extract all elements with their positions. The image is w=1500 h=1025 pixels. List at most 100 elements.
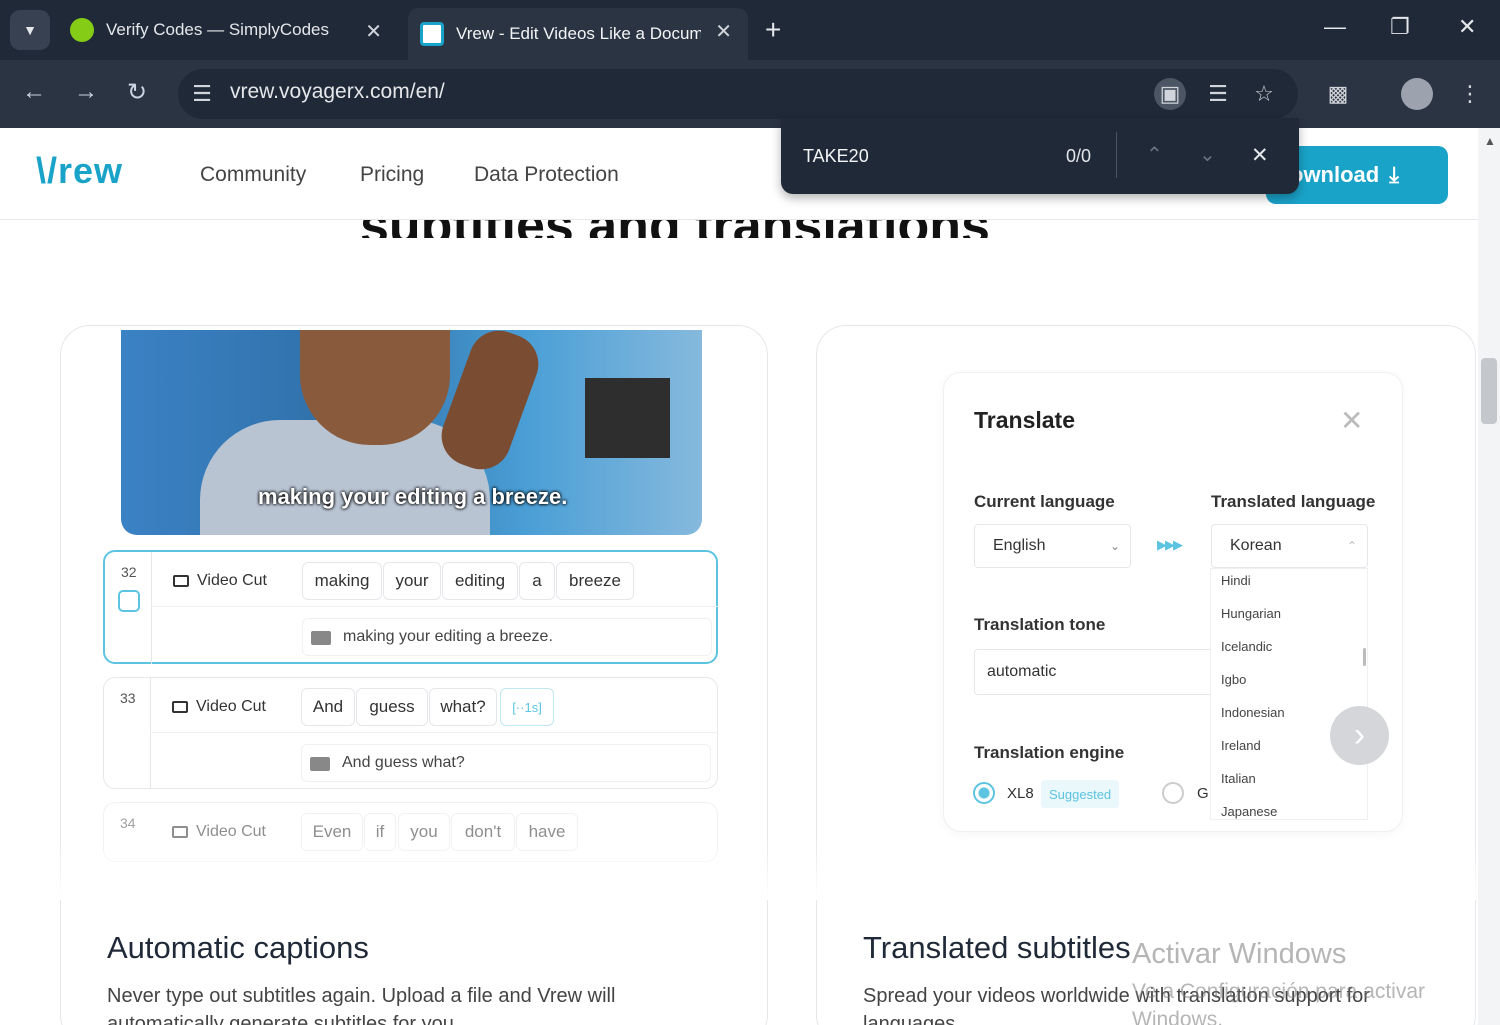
tab-title: Vrew - Edit Videos Like a Docum [456,24,701,43]
find-prev-icon[interactable]: ⌃ [1146,142,1163,167]
fade-overlay [60,840,1480,900]
word-chip[interactable]: what? [429,688,497,726]
caption-row[interactable]: 33 Video Cut And guess what? [··1s] And … [103,677,718,789]
close-icon[interactable]: ✕ [1340,404,1363,437]
engine-radio-google[interactable] [1162,782,1184,804]
word-chip[interactable]: editing [442,562,518,600]
divider [150,678,151,788]
nav-pricing[interactable]: Pricing [360,163,424,187]
word-chip[interactable]: making [302,562,382,600]
language-option[interactable]: Igbo [1221,672,1246,687]
word-chip[interactable]: And [301,688,355,726]
word-chip[interactable]: a [519,562,555,600]
word-chip[interactable]: guess [356,688,428,726]
tab-vrew[interactable]: Vrew - Edit Videos Like a Docum ✕ [408,8,748,60]
dropdown-scrollbar[interactable] [1363,648,1366,666]
subtitle-field[interactable]: making your editing a breeze. [302,618,712,656]
chevron-down-icon: ▼ [23,22,37,38]
find-input[interactable]: TAKE20 [803,146,869,167]
translate-icon[interactable]: ☰ [1202,78,1234,110]
url-text[interactable]: vrew.voyagerx.com/en/ [230,80,445,104]
video-caption: making your editing a breeze. [258,484,568,509]
menu-icon[interactable]: ⋮ [1454,78,1486,110]
star-icon[interactable]: ☆ [1248,78,1280,110]
video-cut-icon [173,575,189,587]
simplycodes-icon [70,18,94,42]
row-number: 32 [121,564,137,580]
reload-icon[interactable]: ↻ [127,78,147,107]
new-tab-button[interactable]: + [765,14,781,46]
translation-engine-label: Translation engine [974,743,1125,762]
word-chip[interactable]: breeze [556,562,634,600]
download-label: ownload [1290,162,1380,187]
current-language-label: Current language [974,492,1115,511]
find-close-icon[interactable]: ✕ [1251,143,1269,168]
clapperboard-image [585,378,670,458]
minimize-icon[interactable]: — [1324,14,1346,40]
language-option[interactable]: Hindi [1221,573,1251,588]
translated-language-select[interactable]: Korean ⌃ [1211,524,1368,568]
scroll-up-icon[interactable]: ▲ [1484,134,1496,148]
translate-desc-line2: languages. [863,1013,961,1025]
video-cut-label: Video Cut [173,572,267,590]
tab-title: Verify Codes — SimplyCodes [106,20,329,39]
language-option[interactable]: Indonesian [1221,705,1285,720]
profile-avatar[interactable] [1401,78,1433,110]
engine-google-label: G [1197,785,1209,802]
extensions-icon[interactable]: ▩ [1322,78,1354,110]
engine-xl8-label: XL8 [1007,785,1034,802]
windows-watermark-text: Ve a Configuración para activar Windows. [1132,980,1426,1025]
back-icon[interactable]: ← [22,78,46,106]
chevron-up-icon: ⌃ [1346,539,1357,553]
panel-title: Translate [974,407,1075,433]
language-option[interactable]: Italian [1221,771,1256,786]
captions-title: Automatic captions [107,930,369,965]
chevron-right-icon: › [1353,716,1366,754]
close-tab-icon[interactable]: ✕ [715,19,732,44]
close-tab-icon[interactable]: ✕ [365,19,382,44]
language-option[interactable]: Japanese [1221,804,1277,819]
language-option[interactable]: Hungarian [1221,606,1281,621]
find-next-icon[interactable]: ⌄ [1199,142,1216,167]
arrow-icon: ▶▶▶ [1157,537,1183,552]
video-cut-icon [172,826,188,838]
divider [1116,132,1117,178]
divider [150,732,717,733]
forward-icon[interactable]: → [74,78,98,106]
engine-radio-xl8[interactable] [973,782,995,804]
divider [151,552,152,664]
vrew-icon [420,22,444,46]
row-checkbox[interactable] [118,590,140,612]
page-scrollbar[interactable] [1478,128,1500,1025]
vrew-logo[interactable]: \/rew [36,150,123,192]
video-cut-label: Video Cut [172,698,266,716]
current-language-select[interactable]: English ⌄ [974,524,1131,568]
language-option[interactable]: Ireland [1221,738,1261,753]
nav-community[interactable]: Community [200,163,306,187]
translated-language-label: Translated language [1211,492,1376,511]
captions-desc-line1: Never type out subtitles again. Upload a… [107,985,616,1007]
video-cut-icon [172,701,188,713]
subtitle-field[interactable]: And guess what? [301,744,711,782]
language-option[interactable]: Icelandic [1221,639,1272,654]
close-window-icon[interactable]: ✕ [1458,14,1476,40]
word-chip[interactable]: your [383,562,441,600]
caption-row[interactable]: 32 Video Cut making your editing a breez… [103,550,718,664]
tab-search-button[interactable]: ▼ [10,10,50,50]
windows-watermark-title: Activar Windows [1132,938,1347,970]
divider [151,606,718,607]
tab-simplycodes[interactable]: Verify Codes — SimplyCodes ✕ [58,8,398,52]
captions-desc-line2: automatically generate subtitles for you… [107,1013,460,1025]
next-slide-button[interactable]: › [1330,706,1389,765]
scrollbar-thumb[interactable] [1481,358,1497,424]
lens-icon[interactable]: ▣ [1154,78,1186,110]
site-info-icon[interactable]: ☰ [186,78,218,110]
language-dropdown[interactable]: Hindi Hungarian Icelandic Igbo Indonesia… [1210,568,1368,820]
nav-data-protection[interactable]: Data Protection [474,163,619,187]
pause-chip[interactable]: [··1s] [500,688,554,726]
translation-tone-label: Translation tone [974,615,1106,634]
restore-icon[interactable]: ❐ [1390,14,1410,40]
tone-select[interactable]: automatic [974,649,1214,695]
video-cut-label: Video Cut [172,823,266,841]
subtitle-icon [311,631,331,645]
